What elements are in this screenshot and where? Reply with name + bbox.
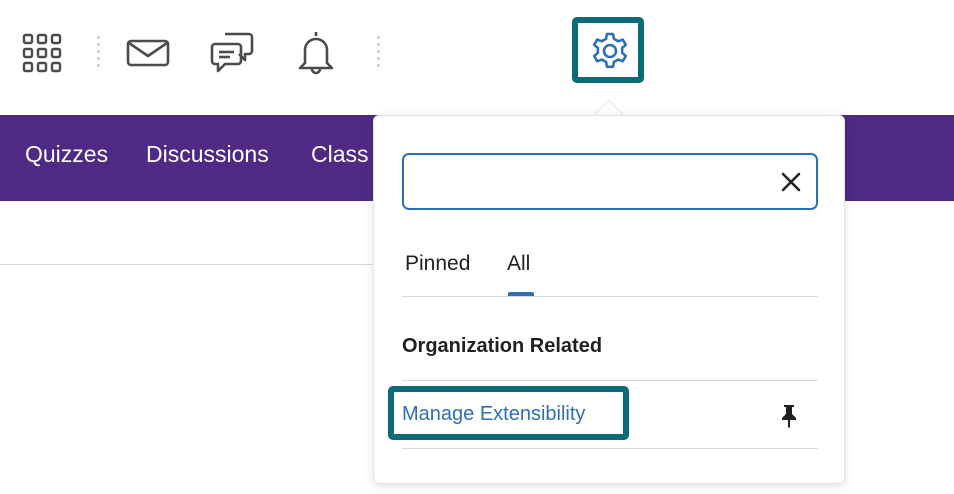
nav-item-discussions[interactable]: Discussions — [146, 141, 269, 168]
tabs-divider — [402, 296, 818, 297]
search-field[interactable] — [402, 153, 818, 210]
message-icon[interactable] — [209, 30, 255, 74]
waffle-grid-icon[interactable] — [22, 33, 62, 73]
header-separator — [377, 36, 380, 70]
content-divider — [0, 264, 380, 265]
tab-pinned[interactable]: Pinned — [405, 252, 470, 276]
close-icon[interactable] — [780, 171, 802, 193]
nav-item-class[interactable]: Class — [311, 141, 369, 168]
nav-item-quizzes[interactable]: Quizzes — [25, 141, 108, 168]
bell-icon[interactable] — [296, 29, 336, 75]
page: Quizzes Discussions Class Pinned All Org… — [0, 0, 954, 494]
tab-all[interactable]: All — [507, 252, 530, 276]
gear-icon[interactable] — [590, 31, 630, 71]
mail-icon[interactable] — [126, 39, 170, 67]
pin-icon[interactable] — [778, 403, 800, 429]
gear-button-highlight[interactable] — [572, 17, 644, 83]
header-separator — [97, 36, 100, 70]
search-input[interactable] — [416, 163, 760, 201]
manage-extensibility-link[interactable]: Manage Extensibility — [402, 403, 585, 426]
row-divider — [402, 380, 818, 381]
section-heading: Organization Related — [402, 335, 603, 357]
settings-dropdown: Pinned All Organization Related Manage E… — [373, 115, 845, 484]
row-divider — [402, 448, 818, 449]
